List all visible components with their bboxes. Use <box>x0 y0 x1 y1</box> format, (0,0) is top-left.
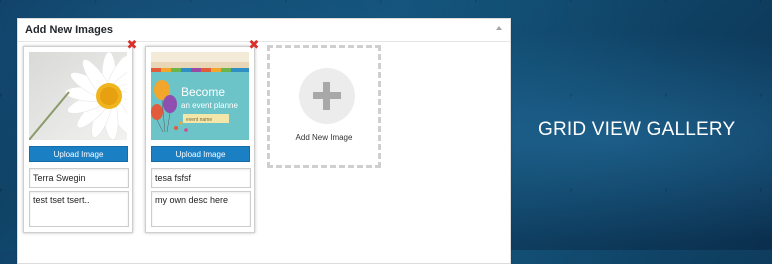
add-images-panel: Add New Images ✖ Upload Image Terra Sweg… <box>17 18 511 264</box>
image-title-input[interactable] <box>151 168 251 188</box>
svg-text:an event planne: an event planne <box>181 101 238 110</box>
close-x-icon[interactable]: ✖ <box>248 39 260 52</box>
upload-image-button[interactable]: Upload Image <box>29 146 128 162</box>
image-thumbnail <box>29 52 127 140</box>
triangle-up-icon[interactable] <box>496 26 502 30</box>
add-new-image-tile[interactable]: Add New Image <box>267 45 381 168</box>
banner-headline: GRID VIEW GALLERY <box>538 119 736 140</box>
panel-header: Add New Images <box>18 19 510 42</box>
add-new-image-label: Add New Image <box>295 133 353 142</box>
close-x-icon[interactable]: ✖ <box>126 39 138 52</box>
image-card: Become an event planne event name ✖ Uplo… <box>145 39 259 233</box>
plus-icon <box>299 68 355 124</box>
image-description-input[interactable]: test tset tsert.. <box>29 191 129 227</box>
daisy-photo <box>29 52 127 140</box>
image-thumbnail: Become an event planne event name <box>151 52 249 140</box>
upload-image-button[interactable]: Upload Image <box>151 146 250 162</box>
svg-text:event name: event name <box>186 117 212 123</box>
event-planner-banner: Become an event planne event name <box>151 52 249 140</box>
image-title-input[interactable] <box>29 168 129 188</box>
image-card: ✖ Upload Image test tset tsert.. <box>23 39 137 233</box>
image-description-input[interactable]: my own desc here <box>151 191 251 227</box>
panel-title: Add New Images <box>25 24 114 36</box>
svg-text:Become: Become <box>181 85 225 99</box>
